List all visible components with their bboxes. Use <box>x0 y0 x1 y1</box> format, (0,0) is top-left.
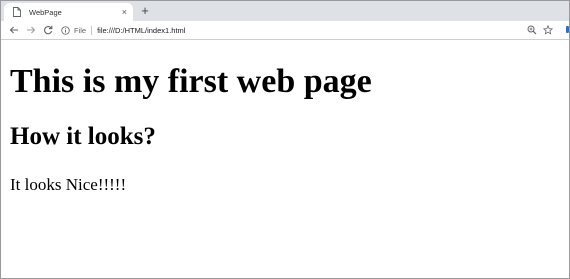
browser-window: WebPage × + File file:///D:/HTML/index1.… <box>0 0 570 279</box>
back-arrow-icon[interactable] <box>7 23 21 37</box>
address-bar[interactable]: File file:///D:/HTML/index1.html <box>60 23 560 38</box>
new-tab-button[interactable]: + <box>138 4 152 18</box>
page-heading-2: How it looks? <box>10 123 156 150</box>
page-icon <box>13 7 22 18</box>
page-heading-1: This is my first web page <box>10 63 372 100</box>
info-icon[interactable] <box>60 26 70 36</box>
tab-close-icon[interactable]: × <box>122 7 127 17</box>
page-viewport: This is my first web page How it looks? … <box>1 41 569 278</box>
forward-arrow-icon[interactable] <box>24 23 38 37</box>
extension-icon[interactable] <box>566 26 569 33</box>
omnibox-divider <box>91 26 93 35</box>
url-text[interactable]: file:///D:/HTML/index1.html <box>97 26 560 35</box>
reload-icon[interactable] <box>41 23 55 37</box>
tab-title: WebPage <box>29 7 62 17</box>
page-paragraph: It looks Nice!!!!! <box>10 175 127 194</box>
scheme-label: File <box>74 26 87 35</box>
toolbar: File file:///D:/HTML/index1.html <box>1 21 569 40</box>
zoom-icon[interactable] <box>526 24 538 36</box>
tab-webpage[interactable]: WebPage × <box>4 3 133 21</box>
star-icon[interactable] <box>542 24 554 36</box>
tab-strip: WebPage × + <box>1 1 569 21</box>
